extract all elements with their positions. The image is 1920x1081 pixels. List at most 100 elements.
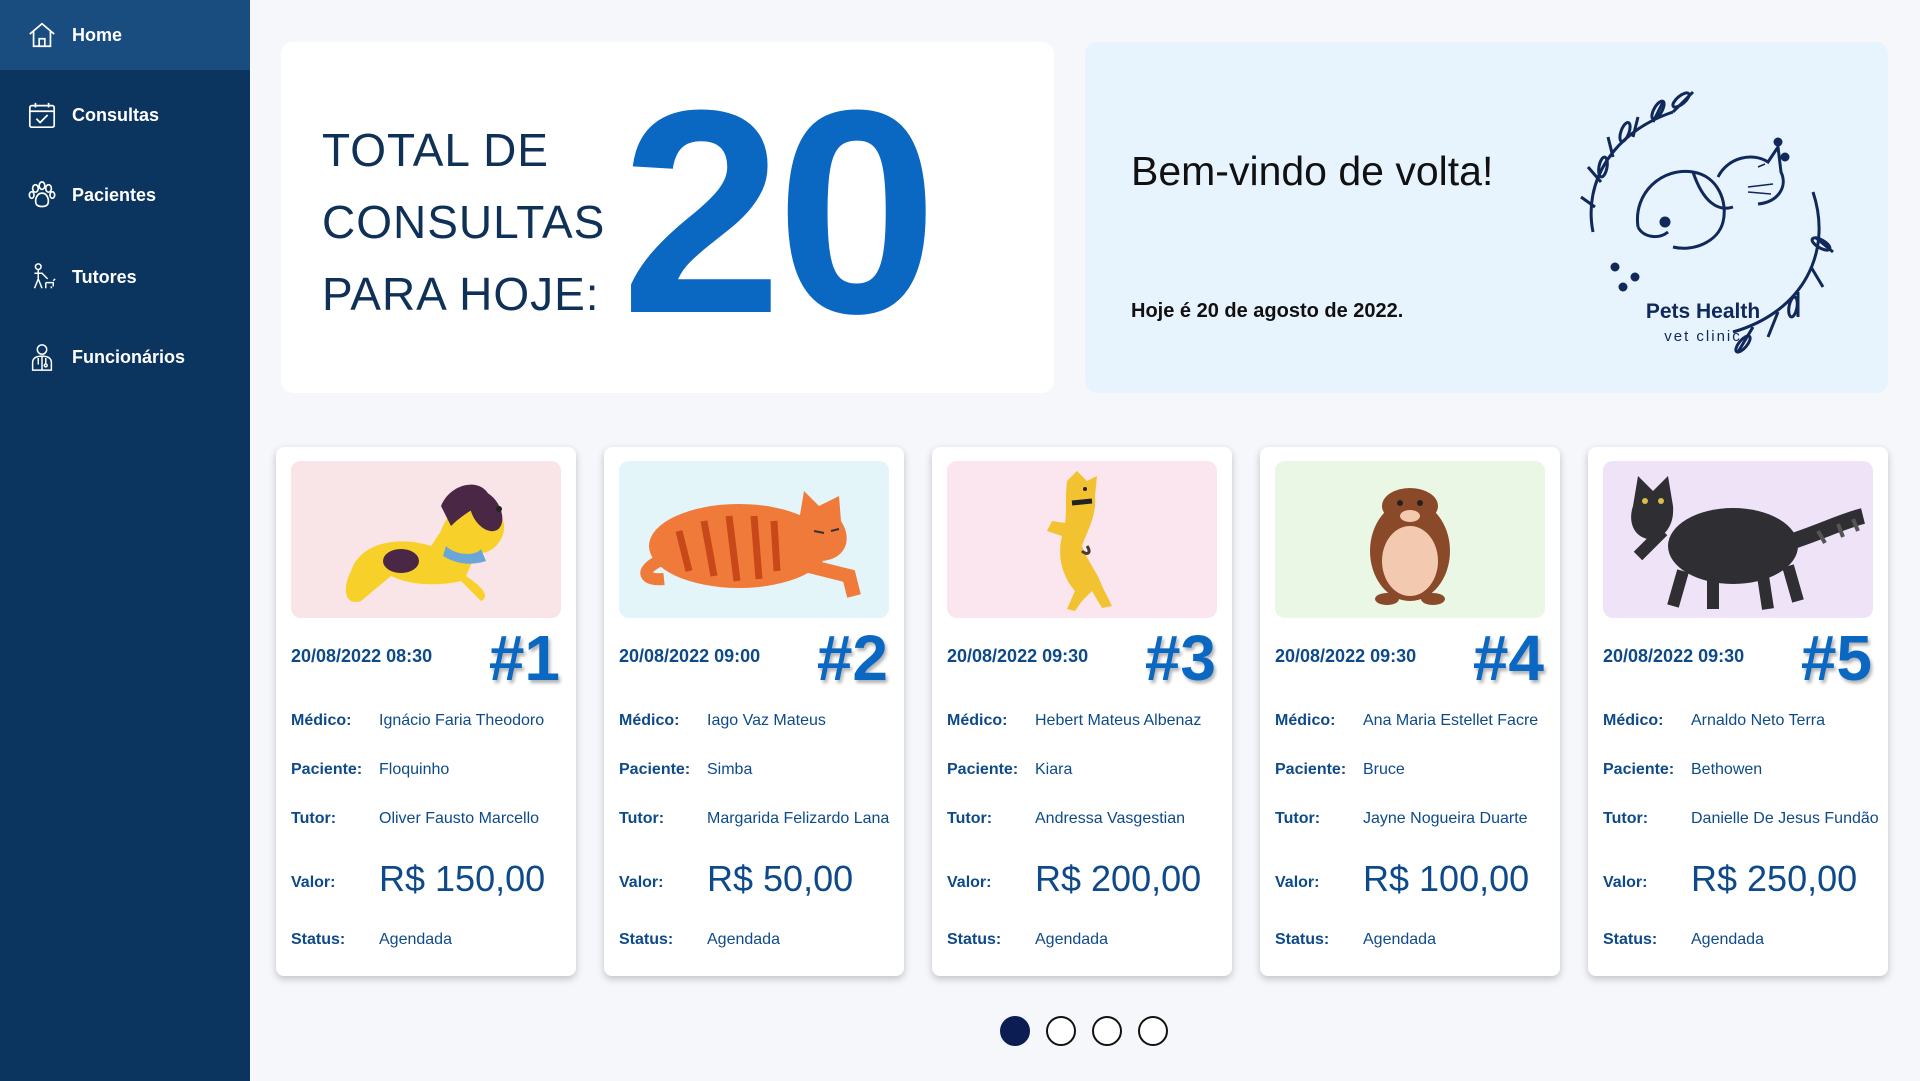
appointment-card[interactable]: 20/08/2022 09:30 #3 Médico: Hebert Mateu… (932, 447, 1232, 976)
label-line: PARA HOJE: (322, 268, 600, 320)
pagination-dot[interactable] (1000, 1016, 1030, 1046)
field-label: Tutor: (619, 810, 665, 827)
today-date: Hoje é 20 de agosto de 2022. (1131, 300, 1404, 322)
field-label: Paciente: (947, 761, 1019, 778)
pagination-dot[interactable] (1046, 1016, 1076, 1046)
field-label: Médico: (947, 712, 1008, 729)
field-label: Tutor: (1603, 810, 1649, 827)
field-value-status: Agendada (1035, 931, 1108, 948)
field-label: Paciente: (1275, 761, 1347, 778)
card-bg (291, 461, 561, 618)
sidebar-item-funcionarios[interactable]: Funcionários (0, 322, 250, 392)
home-icon (26, 19, 58, 51)
welcome-title: Bem-vindo de volta! (1131, 148, 1494, 194)
field-value-status: Agendada (1363, 931, 1436, 948)
pagination-dot[interactable] (1138, 1016, 1168, 1046)
field-label: Tutor: (947, 810, 993, 827)
field-label: Status: (291, 931, 346, 948)
appointment-number: #3 (1144, 622, 1216, 694)
field-label: Médico: (1603, 712, 1664, 729)
field-value-tutor: Jayne Nogueira Duarte (1363, 810, 1528, 827)
field-value-valor: R$ 200,00 (1035, 858, 1202, 899)
field-value-paciente: Floquinho (379, 761, 450, 778)
field-label: Status: (1603, 931, 1658, 948)
total-appointments-label: TOTAL DE CONSULTAS PARA HOJE: (322, 114, 622, 330)
appointment-card[interactable]: 20/08/2022 09:30 #4 Médico: Ana Maria Es… (1260, 447, 1560, 976)
pet-illustration (947, 461, 1217, 618)
field-label: Valor: (619, 874, 664, 891)
sidebar-item-label: Tutores (72, 266, 137, 287)
field-label: Tutor: (1275, 810, 1321, 827)
total-appointments-panel: TOTAL DE CONSULTAS PARA HOJE: 20 (281, 42, 1054, 393)
field-value-valor: R$ 150,00 (379, 858, 546, 899)
field-label: Status: (1275, 931, 1330, 948)
field-label: Paciente: (1603, 761, 1675, 778)
field-value-medico: Arnaldo Neto Terra (1691, 712, 1825, 729)
field-value-tutor: Danielle De Jesus Fundão (1691, 810, 1879, 827)
doctor-icon (26, 341, 58, 373)
field-label: Médico: (1275, 712, 1336, 729)
sidebar-item-tutores[interactable]: Tutores (0, 242, 250, 312)
field-label: Status: (947, 931, 1002, 948)
pagination-dot[interactable] (1092, 1016, 1122, 1046)
field-value-medico: Hebert Mateus Albenaz (1035, 712, 1202, 729)
pet-illustration (1275, 461, 1545, 618)
appointment-datetime: 20/08/2022 08:30 (291, 646, 433, 666)
label-line: TOTAL DE (322, 124, 549, 176)
field-value-valor: R$ 50,00 (707, 858, 854, 899)
sidebar-item-home[interactable]: Home (0, 0, 250, 70)
field-label: Valor: (947, 874, 992, 891)
field-label: Valor: (1275, 874, 1320, 891)
sidebar-item-pacientes[interactable]: Pacientes (0, 160, 250, 230)
appointment-datetime: 20/08/2022 09:30 (947, 646, 1089, 666)
appointment-number: #1 (488, 622, 560, 694)
field-label: Médico: (619, 712, 680, 729)
field-value-paciente: Simba (707, 761, 753, 778)
dog-walker-icon (26, 261, 58, 293)
field-value-status: Agendada (1691, 931, 1764, 948)
total-appointments-count: 20 (621, 50, 938, 374)
pet-illustration (619, 461, 889, 618)
sidebar: Home Consultas Pacientes Tutores Funcion… (0, 0, 250, 1081)
clinic-logo: Pets Health vet clinic (1553, 72, 1853, 372)
field-label: Status: (619, 931, 674, 948)
pet-illustration (1603, 461, 1873, 618)
field-label: Tutor: (291, 810, 337, 827)
calendar-check-icon (26, 99, 58, 131)
appointment-card[interactable]: 20/08/2022 09:00 #2 Médico: Iago Vaz Mat… (604, 447, 904, 976)
appointment-datetime: 20/08/2022 09:30 (1275, 646, 1417, 666)
sidebar-item-label: Pacientes (72, 184, 157, 205)
field-value-medico: Ignácio Faria Theodoro (379, 712, 545, 729)
label-line: CONSULTAS (322, 196, 606, 248)
appointment-card[interactable]: 20/08/2022 09:30 #5 Médico: Arnaldo Neto… (1588, 447, 1888, 976)
logo-name: Pets Health (1645, 300, 1761, 323)
appointment-number: #2 (816, 622, 888, 694)
field-value-paciente: Bethowen (1691, 761, 1763, 778)
appointment-number: #5 (1800, 622, 1872, 694)
field-value-medico: Ana Maria Estellet Facre (1363, 712, 1539, 729)
field-value-tutor: Andressa Vasgestian (1035, 810, 1186, 827)
sidebar-item-label: Consultas (72, 104, 160, 125)
field-value-status: Agendada (379, 931, 452, 948)
field-value-valor: R$ 250,00 (1691, 858, 1858, 899)
appointment-number: #4 (1472, 622, 1544, 694)
field-value-status: Agendada (707, 931, 780, 948)
field-value-valor: R$ 100,00 (1363, 858, 1530, 899)
sidebar-item-consultas[interactable]: Consultas (0, 80, 250, 150)
sidebar-item-label: Home (72, 24, 123, 45)
paw-icon (26, 179, 58, 211)
field-label: Paciente: (619, 761, 691, 778)
logo-subtitle: vet clinic (1664, 328, 1742, 345)
welcome-panel: Bem-vindo de volta! Hoje é 20 de agosto … (1085, 42, 1888, 393)
sidebar-item-label: Funcionários (72, 346, 186, 367)
field-label: Valor: (1603, 874, 1648, 891)
appointment-card[interactable]: 20/08/2022 08:30 #1 Médico: Ignácio Fari… (276, 447, 576, 976)
appointment-datetime: 20/08/2022 09:30 (1603, 646, 1745, 666)
pet-illustration (291, 461, 561, 618)
field-label: Valor: (291, 874, 336, 891)
field-value-paciente: Kiara (1035, 761, 1073, 778)
field-label: Médico: (291, 712, 352, 729)
field-value-medico: Iago Vaz Mateus (707, 712, 826, 729)
field-value-tutor: Margarida Felizardo Lana (707, 810, 890, 827)
field-value-tutor: Oliver Fausto Marcello (379, 810, 540, 827)
